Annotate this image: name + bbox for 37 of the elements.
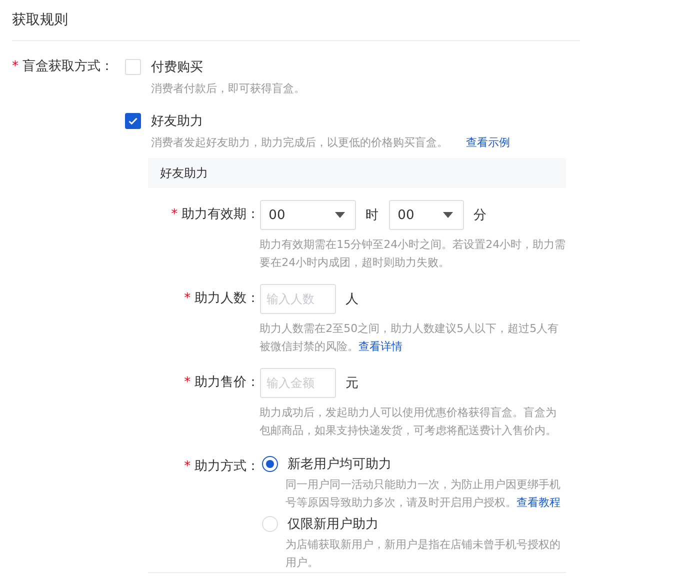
radio-label[interactable]: 新老用户均可助力 — [288, 455, 392, 473]
required-mark: * — [171, 207, 178, 222]
radio-label[interactable]: 仅限新用户助力 — [288, 515, 379, 533]
details-link[interactable]: 查看详情 — [358, 340, 403, 353]
field-label: 助力有效期： — [182, 207, 260, 222]
time-select[interactable]: 00 — [388, 200, 464, 230]
help-text: 助力有效期需在15分钟至24小时之间。若设置24小时，助力需要在24小时内成团，超时则助力失败。 — [260, 237, 566, 271]
subsection-title: 好友助力 — [160, 164, 208, 182]
checkbox-label[interactable]: 付费购买 — [151, 58, 203, 76]
unit-label: 元 — [346, 375, 359, 392]
caret-icon — [442, 212, 453, 218]
time-select[interactable]: 00 — [260, 200, 356, 230]
help-text: 为店铺获取新用户，新用户是指在店铺未曾手机号授权的用户。 — [284, 537, 562, 571]
unit-label: 分 — [474, 207, 487, 224]
required-mark: * — [184, 375, 191, 390]
field-label: 盲盒获取方式： — [22, 59, 114, 74]
unit-label: 人 — [346, 291, 359, 308]
required-mark: * — [184, 459, 191, 474]
caret-icon — [334, 212, 345, 218]
field-label: 助力方式： — [194, 459, 260, 474]
required-mark: * — [184, 291, 191, 306]
help-text: 助力成功后，发起助力人可以使用优惠价格获得盲盒。盲盒为包邮商品，如果支持快递发货，可考虑将配送费计入售价内。 — [260, 405, 558, 439]
example-link[interactable]: 查看示例 — [466, 136, 510, 149]
unit-label: 时 — [366, 207, 379, 224]
required-mark: * — [12, 59, 18, 74]
tutorial-link[interactable]: 查看教程 — [516, 496, 561, 509]
checkbox[interactable] — [125, 113, 141, 129]
radio-button[interactable] — [262, 456, 278, 472]
checkbox-label[interactable]: 好友助力 — [151, 112, 203, 130]
help-text: 同一用户同一活动只能助力一次，为防止用户因更绑手机号等原因导致助力多次，请及时开启用户授权。查看教程 — [284, 477, 562, 511]
field-label: 助力售价： — [194, 375, 260, 390]
checkmark-icon — [127, 115, 139, 127]
help-text: 消费者发起好友助力，助力完成后，以更低的价格购买盲盒。 查看示例 — [150, 135, 511, 151]
section-title: 获取规则 — [12, 11, 68, 29]
help-text: 助力人数需在2至50之间，助力人数建议5人以下，超过5人有被微信封禁的风险。查看详情 — [260, 321, 560, 355]
field-label: 助力人数： — [194, 291, 260, 306]
help-text: 消费者付款后，即可获得盲盒。 — [150, 81, 306, 97]
